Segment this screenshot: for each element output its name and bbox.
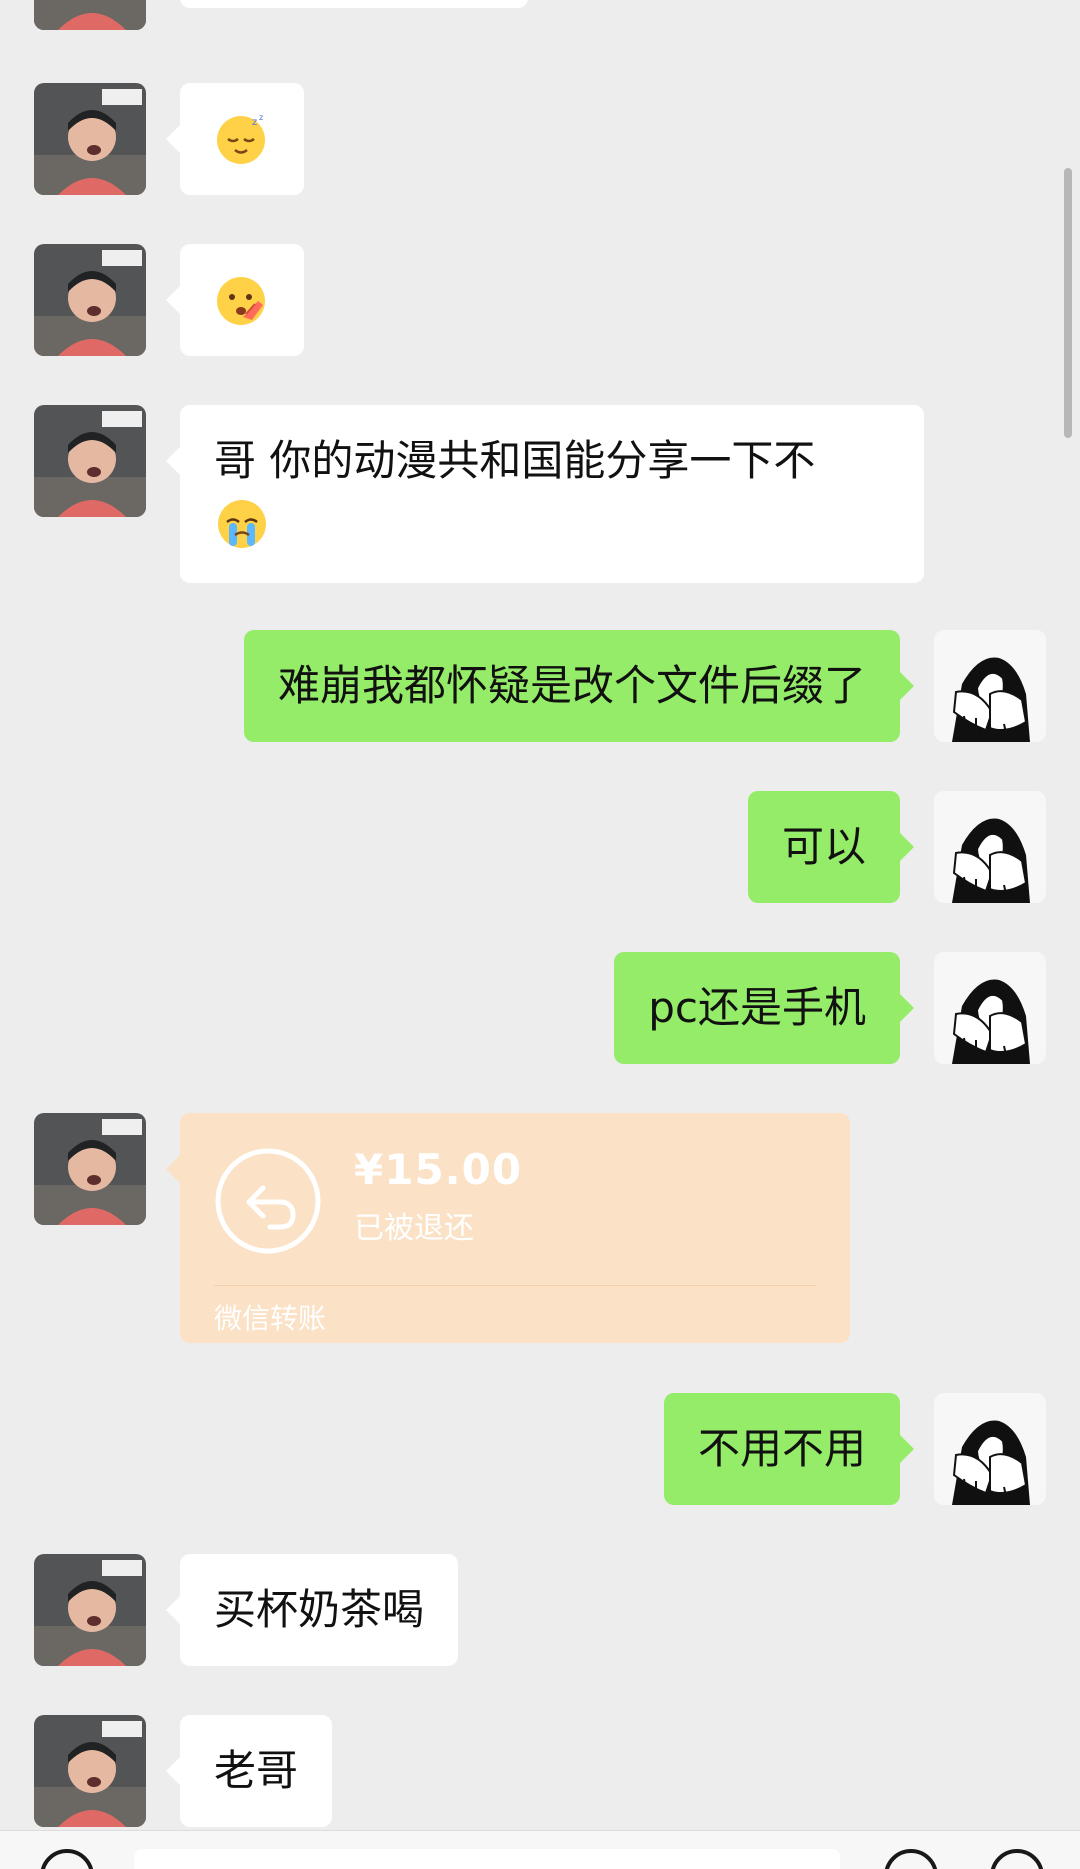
text-bubble[interactable]: pc还是手机 <box>614 952 914 1064</box>
message-row: z z <box>0 83 1080 195</box>
message-row <box>0 244 1080 356</box>
contact-photo-icon <box>34 1554 146 1666</box>
transfer-message-row: ¥15.00 已被退还 微信转账 <box>0 1113 1080 1343</box>
contact-photo-icon <box>34 1113 146 1225</box>
contact-photo-icon <box>34 83 146 195</box>
emoji-bubble[interactable] <box>166 244 304 356</box>
chat-bubble[interactable] <box>180 0 528 8</box>
message-text: 可以 <box>781 822 866 871</box>
text-bubble[interactable]: 难崩我都怀疑是改个文件后缀了 <box>243 630 915 742</box>
self-avatar[interactable] <box>934 952 1046 1064</box>
message-text: 难崩我都怀疑是改个文件后缀了 <box>277 661 866 710</box>
contact-photo-icon <box>34 405 146 517</box>
message-row: 可以 <box>0 791 1080 903</box>
svg-text:z: z <box>252 117 257 128</box>
contact-photo-icon <box>34 244 146 356</box>
face-with-hand-over-mouth-icon <box>217 277 265 325</box>
message-list[interactable]: z z 哥 你的动漫共和国能分享一下不 难崩我都怀疑是改个文件后缀了 可以 pc… <box>0 0 1080 1841</box>
plus-icon[interactable] <box>990 1849 1044 1869</box>
contact-photo-icon <box>34 1715 146 1827</box>
contact-avatar[interactable] <box>34 1113 146 1225</box>
message-input[interactable] <box>134 1849 840 1869</box>
text-bubble[interactable]: 可以 <box>747 791 915 903</box>
scrollbar[interactable] <box>1064 168 1072 438</box>
wechat-transfer-card[interactable]: ¥15.00 已被退还 微信转账 <box>166 1113 850 1343</box>
contact-avatar[interactable] <box>34 83 146 195</box>
contact-avatar[interactable] <box>34 0 146 30</box>
contact-photo-icon <box>34 0 146 30</box>
voice-icon[interactable] <box>40 1849 94 1869</box>
contact-avatar[interactable] <box>34 1554 146 1666</box>
text-bubble[interactable]: 买杯奶茶喝 <box>165 1554 459 1666</box>
anime-avatar-icon <box>934 791 1046 903</box>
transfer-label: 微信转账 <box>214 1302 327 1335</box>
message-text: pc还是手机 <box>648 983 866 1032</box>
message-input-bar <box>0 1830 1080 1869</box>
chat-screen: z z 哥 你的动漫共和国能分享一下不 难崩我都怀疑是改个文件后缀了 可以 pc… <box>0 0 1080 1869</box>
transfer-amount: ¥15.00 <box>354 1145 523 1194</box>
message-row: 哥 你的动漫共和国能分享一下不 <box>0 405 1080 583</box>
text-bubble[interactable]: 不用不用 <box>663 1393 915 1505</box>
loudly-crying-face-icon <box>218 499 266 548</box>
smile-icon[interactable] <box>884 1849 938 1869</box>
message-row: 老哥 <box>0 1715 1080 1827</box>
contact-avatar[interactable] <box>34 405 146 517</box>
message-row: 不用不用 <box>0 1393 1080 1505</box>
message-text: 老哥 <box>214 1746 299 1795</box>
emoji-bubble[interactable]: z z <box>166 83 304 195</box>
self-avatar[interactable] <box>934 791 1046 903</box>
contact-avatar[interactable] <box>34 1715 146 1827</box>
return-arrow-icon <box>215 1148 321 1254</box>
anime-avatar-icon <box>934 630 1046 742</box>
message-row: pc还是手机 <box>0 952 1080 1064</box>
text-bubble[interactable]: 老哥 <box>165 1715 333 1827</box>
self-avatar[interactable] <box>934 1393 1046 1505</box>
anime-avatar-icon <box>934 1393 1046 1505</box>
svg-text:z: z <box>259 113 263 122</box>
message-text: 买杯奶茶喝 <box>214 1585 425 1634</box>
partial-message-row <box>0 0 1080 30</box>
contact-avatar[interactable] <box>34 244 146 356</box>
text-bubble[interactable]: 哥 你的动漫共和国能分享一下不 <box>166 405 924 583</box>
sleeping-face-icon: z z <box>217 113 265 164</box>
message-text: 不用不用 <box>697 1424 866 1473</box>
message-row: 买杯奶茶喝 <box>0 1554 1080 1666</box>
message-text: 哥 你的动漫共和国能分享一下不 <box>214 436 816 485</box>
self-avatar[interactable] <box>934 630 1046 742</box>
transfer-divider <box>214 1285 816 1286</box>
anime-avatar-icon <box>934 952 1046 1064</box>
transfer-status: 已被退还 <box>354 1211 474 1246</box>
message-row: 难崩我都怀疑是改个文件后缀了 <box>0 630 1080 742</box>
